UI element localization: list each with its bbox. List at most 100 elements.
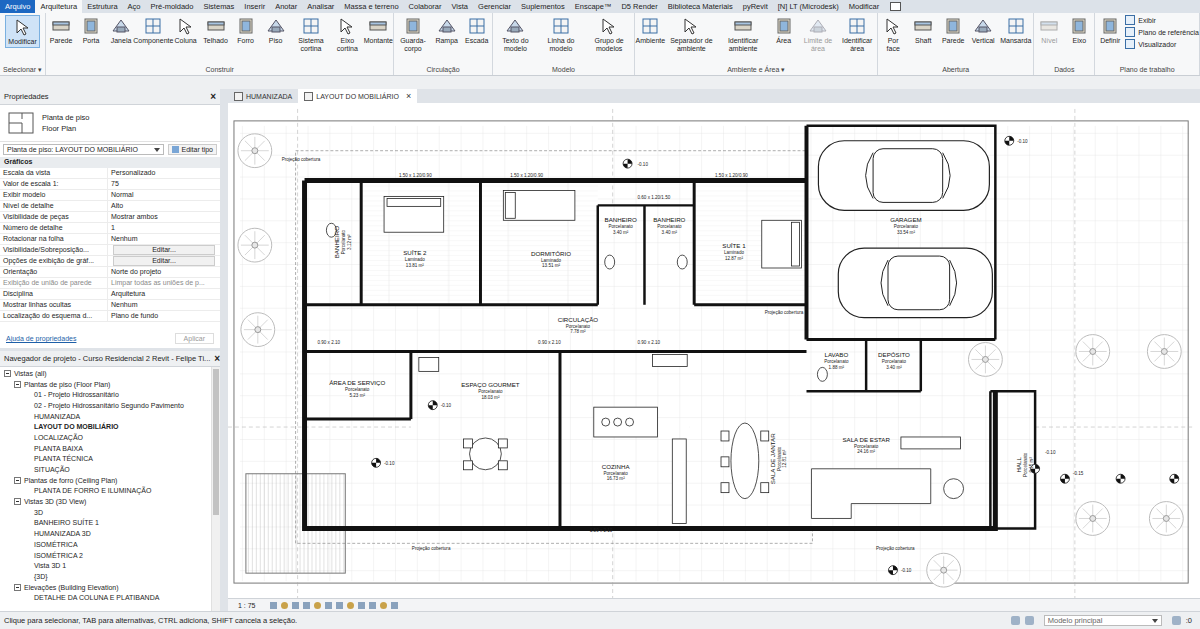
property-value[interactable]: Norte do projeto <box>108 267 220 277</box>
view-control-icon[interactable] <box>325 602 332 609</box>
wall[interactable] <box>558 351 561 528</box>
room[interactable] <box>305 181 362 305</box>
ribbon-small-button[interactable]: Visualizador <box>1125 39 1199 49</box>
tree-item[interactable]: Vistas (all) <box>0 368 211 379</box>
room[interactable] <box>361 181 480 305</box>
annotation[interactable]: 1.50 x 1.20/0.90 <box>399 173 432 178</box>
ribbon-button[interactable]: Por face <box>878 15 908 54</box>
tree-item[interactable]: PLANTA BAIXA <box>0 443 211 454</box>
wall[interactable] <box>990 391 1035 528</box>
tree-item[interactable]: Plantas de forro (Ceiling Plan) <box>0 475 211 486</box>
floor-plan[interactable]: BANHEIROPorcelanato3.12 m²SUÍTE 2Laminad… <box>228 103 1200 598</box>
apply-button[interactable]: Aplicar <box>175 333 214 344</box>
ribbon-tab[interactable]: Vista <box>447 0 474 13</box>
property-value[interactable]: Nenhum <box>108 234 220 244</box>
room-tag[interactable]: BANHEIROPorcelanato3.12 m² <box>333 226 351 258</box>
ribbon-button[interactable]: Grupo de modelos <box>584 15 634 54</box>
edit-button[interactable]: Editar... <box>113 256 215 266</box>
ribbon-group-label[interactable]: Abertura <box>878 65 1033 75</box>
ribbon-button[interactable]: Vertical <box>968 15 998 46</box>
tree-item[interactable]: 02 - Projeto Hidrossanitário Segundo Pav… <box>0 400 211 411</box>
tree-item[interactable]: Plantas de piso (Floor Plan) <box>0 379 211 390</box>
ribbon-small-button[interactable]: Exibir <box>1125 15 1199 25</box>
properties-help-link[interactable]: Ajuda de propriedades <box>6 335 76 342</box>
wall[interactable] <box>305 303 807 306</box>
annotation[interactable]: 1.50 x 2.10 <box>590 528 613 533</box>
ribbon-button[interactable]: Parede <box>46 15 76 46</box>
wall[interactable] <box>597 205 599 304</box>
tree-item[interactable]: LAYOUT DO MOBILIÁRIO <box>0 421 211 432</box>
ribbon-button[interactable]: Forro <box>231 15 261 46</box>
annotation[interactable]: 1.50 x 1.20/0.90 <box>510 173 543 178</box>
ribbon-tab[interactable]: Aço <box>123 0 146 13</box>
room-tag[interactable]: ESPAÇO GOURMETPorcelanato18.03 m² <box>461 381 520 399</box>
drawing-canvas[interactable]: BANHEIROPorcelanato3.12 m²SUÍTE 2Laminad… <box>228 103 1200 598</box>
ribbon-tab[interactable]: Inserir <box>239 0 270 13</box>
wall[interactable] <box>409 351 412 419</box>
properties-section[interactable]: Gráficos <box>0 157 220 168</box>
ribbon-tab[interactable]: [N] LT (Microdesk) <box>773 0 844 13</box>
ribbon-tab[interactable]: Enscape™ <box>570 0 617 13</box>
wall[interactable] <box>598 204 694 206</box>
tree-item[interactable]: ISOMÉTRICA 2 <box>0 550 211 561</box>
ribbon-button[interactable]: Identificar ambiente <box>717 15 768 54</box>
property-value[interactable]: Normal <box>108 190 220 200</box>
tree-item[interactable]: Vistas 3D (3D View) <box>0 496 211 507</box>
view-control-icon[interactable] <box>270 602 277 609</box>
ribbon-group-label[interactable]: Dados <box>1034 65 1094 75</box>
ribbon-tab[interactable]: Arquivo <box>0 0 35 13</box>
annotation[interactable]: 0.90 x 2.10 <box>317 340 340 345</box>
ribbon-button[interactable]: Eixo cortina <box>331 15 363 54</box>
tree-item[interactable]: PLANTA DE FORRO E ILUMINAÇÃO <box>0 486 211 497</box>
wall[interactable] <box>479 181 482 305</box>
view-control-icon[interactable] <box>281 602 288 609</box>
ribbon-tab[interactable]: Arquitetura <box>35 0 82 13</box>
ribbon-tab[interactable]: Sistemas <box>198 0 239 13</box>
annotation[interactable]: Projeção cobertura <box>412 546 451 551</box>
ribbon-button[interactable]: Separador de ambiente <box>665 15 717 54</box>
tree-item[interactable]: SITUAÇÃO <box>0 464 211 475</box>
ribbon-button[interactable]: Montante <box>363 15 393 46</box>
room-tag[interactable]: ÁREA DE SERVIÇOPorcelanato5.23 m² <box>329 379 385 397</box>
property-value[interactable]: 1 <box>108 223 220 233</box>
ribbon-button[interactable]: Nível <box>1034 15 1064 46</box>
ribbon-button[interactable]: Shaft <box>908 15 938 46</box>
property-value[interactable]: 75 <box>108 179 220 189</box>
room[interactable] <box>866 340 921 392</box>
ribbon-group-label[interactable]: Construir <box>46 65 393 75</box>
ribbon-tab[interactable]: D5 Render <box>616 0 662 13</box>
filter-icon[interactable] <box>1172 616 1181 625</box>
ribbon-tab[interactable]: Anotar <box>270 0 302 13</box>
ribbon-button[interactable]: Porta <box>76 15 106 46</box>
wall[interactable] <box>806 390 920 392</box>
scrollbar[interactable] <box>211 367 220 611</box>
wall[interactable] <box>920 340 922 392</box>
wall[interactable] <box>305 178 807 183</box>
wall[interactable] <box>865 340 867 392</box>
tree-item[interactable]: LOCALIZAÇÃO <box>0 432 211 443</box>
room[interactable] <box>560 351 689 528</box>
ribbon-button[interactable]: Área <box>769 15 799 46</box>
wall[interactable] <box>693 181 696 305</box>
view-control-icon[interactable] <box>303 602 310 609</box>
annotation[interactable]: -0.10 <box>1045 450 1056 455</box>
ribbon-tab[interactable]: pyRevit <box>738 0 773 13</box>
room[interactable] <box>689 351 796 528</box>
property-value[interactable]: Limpar todas as uniões de p... <box>108 278 220 288</box>
ribbon-group-label[interactable]: Selecionar ▾ <box>0 65 45 75</box>
ribbon-tab[interactable]: Pré-moldado <box>146 0 199 13</box>
ribbon-tab[interactable]: Colaborar <box>404 0 447 13</box>
ribbon-button[interactable]: Modificar <box>5 15 39 48</box>
expand-icon[interactable] <box>14 584 21 591</box>
annotation[interactable]: -0.10 <box>441 403 452 408</box>
expand-icon[interactable] <box>4 370 11 377</box>
annotation[interactable]: 1.50 x 1.20/0.90 <box>715 173 748 178</box>
room-tag[interactable]: GARAGEMPorcelanato33.54 m² <box>890 216 921 234</box>
ribbon-button[interactable]: Linha do modelo <box>538 15 584 54</box>
view-tab[interactable]: HUMANIZADA <box>228 89 298 103</box>
instance-dropdown[interactable]: Planta de piso: LAYOUT DO MOBILIÁRIO <box>3 144 164 155</box>
ribbon-group-label[interactable]: Circulação <box>394 65 491 75</box>
ribbon-button[interactable]: Guarda-corpo <box>394 15 431 54</box>
model-dropdown[interactable]: Modelo principal <box>1044 615 1162 626</box>
ribbon-button[interactable]: Janela <box>106 15 136 46</box>
